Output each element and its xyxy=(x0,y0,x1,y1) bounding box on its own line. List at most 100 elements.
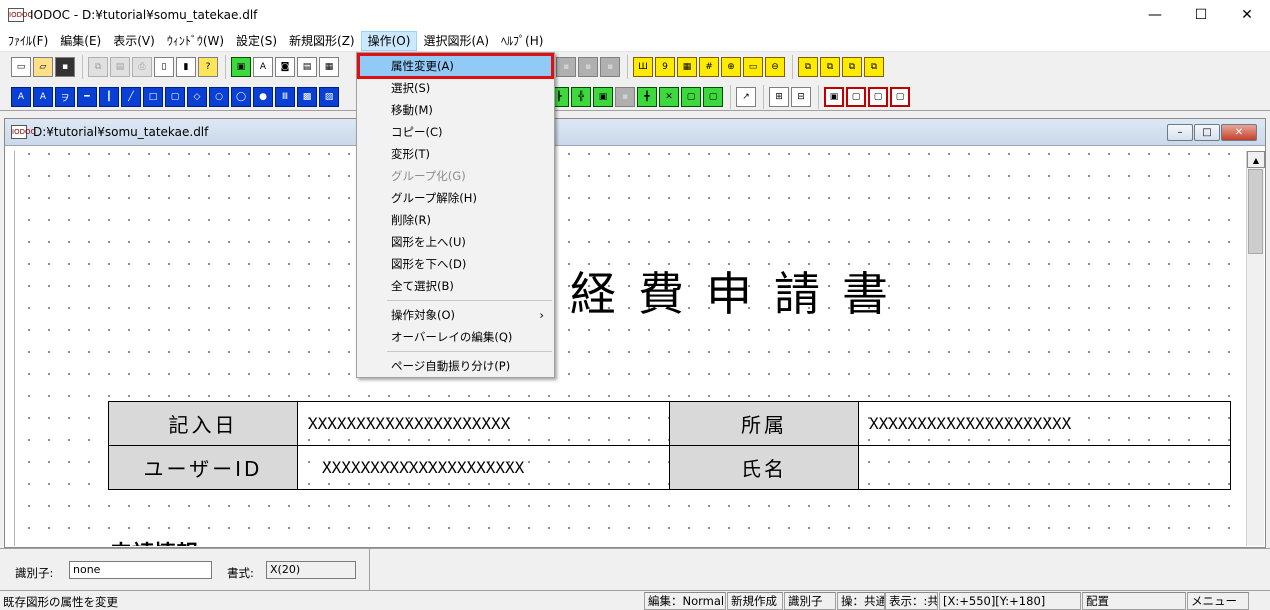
disabled-tool-2-icon[interactable]: ▪ xyxy=(578,57,598,77)
layer-1-icon[interactable]: ▣ xyxy=(824,87,844,107)
circle-icon[interactable]: ○ xyxy=(209,87,229,107)
doc-close-button[interactable]: ✕ xyxy=(1221,124,1257,141)
window-2-icon[interactable]: ⧉ xyxy=(820,57,840,77)
disabled-tool-3-icon[interactable]: ▪ xyxy=(600,57,620,77)
layer-4-icon[interactable]: ▢ xyxy=(890,87,910,107)
menu-item-auto-page-distribution[interactable]: ページ自動振り分け(P) xyxy=(357,355,554,377)
zoom-out-icon[interactable]: ⊖ xyxy=(765,57,785,77)
frame-tool-icon[interactable]: ◙ xyxy=(275,57,295,77)
menu-operation[interactable]: 操作(O) xyxy=(360,30,418,51)
menu-new-shape[interactable]: 新規図形(Z) xyxy=(283,31,361,51)
menu-item-group[interactable]: グループ化(G) xyxy=(357,165,554,187)
disabled-tool-1-icon[interactable]: ▪ xyxy=(556,57,576,77)
page-view-icon[interactable]: ▭ xyxy=(743,57,763,77)
table-cell[interactable]: 記入日 xyxy=(108,401,298,446)
menu-window[interactable]: ｳｨﾝﾄﾞｳ(W) xyxy=(161,31,230,51)
layer-3-icon[interactable]: ▢ xyxy=(868,87,888,107)
form-table[interactable]: 記入日 XXXXXXXXXXXXXXXXXXXXX 所属 XXXXXXXXXXX… xyxy=(108,401,1231,490)
save-icon[interactable]: ▪ xyxy=(55,57,75,77)
align-7-icon[interactable]: ▢ xyxy=(681,87,701,107)
tree-2-icon[interactable]: ⊟ xyxy=(791,87,811,107)
table-cell[interactable]: XXXXXXXXXXXXXXXXXXXXX xyxy=(297,445,670,490)
diagonal-line-icon[interactable]: ╱ xyxy=(121,87,141,107)
layer-2-icon[interactable]: ▢ xyxy=(846,87,866,107)
vertical-line-icon[interactable]: ┃ xyxy=(99,87,119,107)
number-icon[interactable]: 9 xyxy=(655,57,675,77)
menu-item-edit-overlay[interactable]: オーバーレイの編集(Q) xyxy=(357,326,554,348)
window-3-icon[interactable]: ⧉ xyxy=(842,57,862,77)
format-field[interactable]: X(20) xyxy=(266,561,356,579)
align-6-icon[interactable]: ✕ xyxy=(659,87,679,107)
doc-maximize-button[interactable]: □ xyxy=(1194,124,1220,141)
menu-selected-shape[interactable]: 選択図形(A) xyxy=(417,31,495,51)
new-file-icon[interactable]: ▭ xyxy=(11,57,31,77)
menu-item-select-all[interactable]: 全て選択(B) xyxy=(357,275,554,297)
identifier-field[interactable]: none xyxy=(69,561,212,579)
scroll-thumb[interactable] xyxy=(1248,169,1263,254)
menu-item-transform[interactable]: 変形(T) xyxy=(357,143,554,165)
document-title[interactable]: 経費申請書 xyxy=(570,258,910,324)
menu-item-bring-forward[interactable]: 図形を上へ(U) xyxy=(357,231,554,253)
menu-item-select[interactable]: 選択(S) xyxy=(357,77,554,99)
menu-item-operation-target[interactable]: 操作対象(O) › xyxy=(357,304,554,326)
scroll-up-arrow-icon[interactable]: ▲ xyxy=(1247,151,1265,168)
text-field-icon[interactable]: A xyxy=(33,87,53,107)
menu-settings[interactable]: 設定(S) xyxy=(230,31,283,51)
document-icon[interactable]: ▮ xyxy=(176,57,196,77)
qr-code-icon[interactable]: ▩ xyxy=(297,87,317,107)
align-3-icon[interactable]: ▣ xyxy=(593,87,613,107)
text-tool-icon[interactable]: A xyxy=(253,57,273,77)
menu-item-move[interactable]: 移動(M) xyxy=(357,99,554,121)
arrow-tool-icon[interactable]: ↗ xyxy=(736,87,756,107)
align-8-icon[interactable]: ▢ xyxy=(703,87,723,107)
section-title[interactable]: 申請情報 xyxy=(110,536,198,546)
print-icon[interactable]: ⎙ xyxy=(132,57,152,77)
ruler-icon[interactable]: Ш xyxy=(633,57,653,77)
design-canvas[interactable]: 経費申請書 記入日 XXXXXXXXXXXXXXXXXXXXX 所属 XXXXX… xyxy=(14,151,1239,546)
rounded-rect-icon[interactable]: ▢ xyxy=(165,87,185,107)
vertical-scrollbar[interactable]: ▲ xyxy=(1246,151,1265,546)
window-1-icon[interactable]: ⧉ xyxy=(798,57,818,77)
barcode-icon[interactable]: Ⅲ xyxy=(275,87,295,107)
menu-file[interactable]: ﾌｧｲﾙ(F) xyxy=(2,31,54,51)
table-cell[interactable]: XXXXXXXXXXXXXXXXXXXXX xyxy=(297,401,670,446)
table-cell[interactable]: ユーザーID xyxy=(108,445,298,490)
open-folder-icon[interactable]: ▱ xyxy=(33,57,53,77)
close-button[interactable]: ✕ xyxy=(1224,0,1270,30)
paste-icon[interactable]: ▤ xyxy=(110,57,130,77)
menu-item-send-backward[interactable]: 図形を下へ(D) xyxy=(357,253,554,275)
menu-edit[interactable]: 編集(E) xyxy=(54,31,107,51)
menu-item-copy[interactable]: コピー(C) xyxy=(357,121,554,143)
ellipse-icon[interactable]: ◯ xyxy=(231,87,251,107)
table-cell[interactable]: XXXXXXXXXXXXXXXXXXXXX xyxy=(858,401,1231,446)
page-icon[interactable]: ▯ xyxy=(154,57,174,77)
table-cell[interactable]: 氏名 xyxy=(669,445,859,490)
table-cell[interactable]: 所属 xyxy=(669,401,859,446)
align-4-icon[interactable]: ▪ xyxy=(615,87,635,107)
window-4-icon[interactable]: ⧉ xyxy=(864,57,884,77)
maximize-button[interactable]: ☐ xyxy=(1178,0,1224,30)
table-cell[interactable] xyxy=(858,445,1231,490)
horizontal-line-icon[interactable]: ━ xyxy=(77,87,97,107)
minimize-button[interactable]: — xyxy=(1132,0,1178,30)
align-5-icon[interactable]: ╋ xyxy=(637,87,657,107)
menu-help[interactable]: ﾍﾙﾌﾟ(H) xyxy=(495,31,549,51)
menu-item-delete[interactable]: 削除(R) xyxy=(357,209,554,231)
align-2-icon[interactable]: ╬ xyxy=(571,87,591,107)
shape-tool-icon[interactable]: ▣ xyxy=(231,57,251,77)
menu-view[interactable]: 表示(V) xyxy=(107,31,161,51)
copy-icon[interactable]: ⧉ xyxy=(88,57,108,77)
menu-item-ungroup[interactable]: グループ解除(H) xyxy=(357,187,554,209)
question-icon[interactable]: ? xyxy=(198,57,218,77)
grid-icon[interactable]: ▦ xyxy=(677,57,697,77)
rectangle-icon[interactable]: □ xyxy=(143,87,163,107)
layer-tool-icon[interactable]: ▤ xyxy=(297,57,317,77)
zoom-in-icon[interactable]: ⊕ xyxy=(721,57,741,77)
menu-item-change-attributes[interactable]: 属性変更(A) xyxy=(357,53,554,79)
filled-circle-icon[interactable]: ● xyxy=(253,87,273,107)
tree-1-icon[interactable]: ⊞ xyxy=(769,87,789,107)
grid-lines-icon[interactable]: # xyxy=(699,57,719,77)
diamond-icon[interactable]: ◇ xyxy=(187,87,207,107)
image-icon[interactable]: ▨ xyxy=(319,87,339,107)
grid-tool-icon[interactable]: ▦ xyxy=(319,57,339,77)
